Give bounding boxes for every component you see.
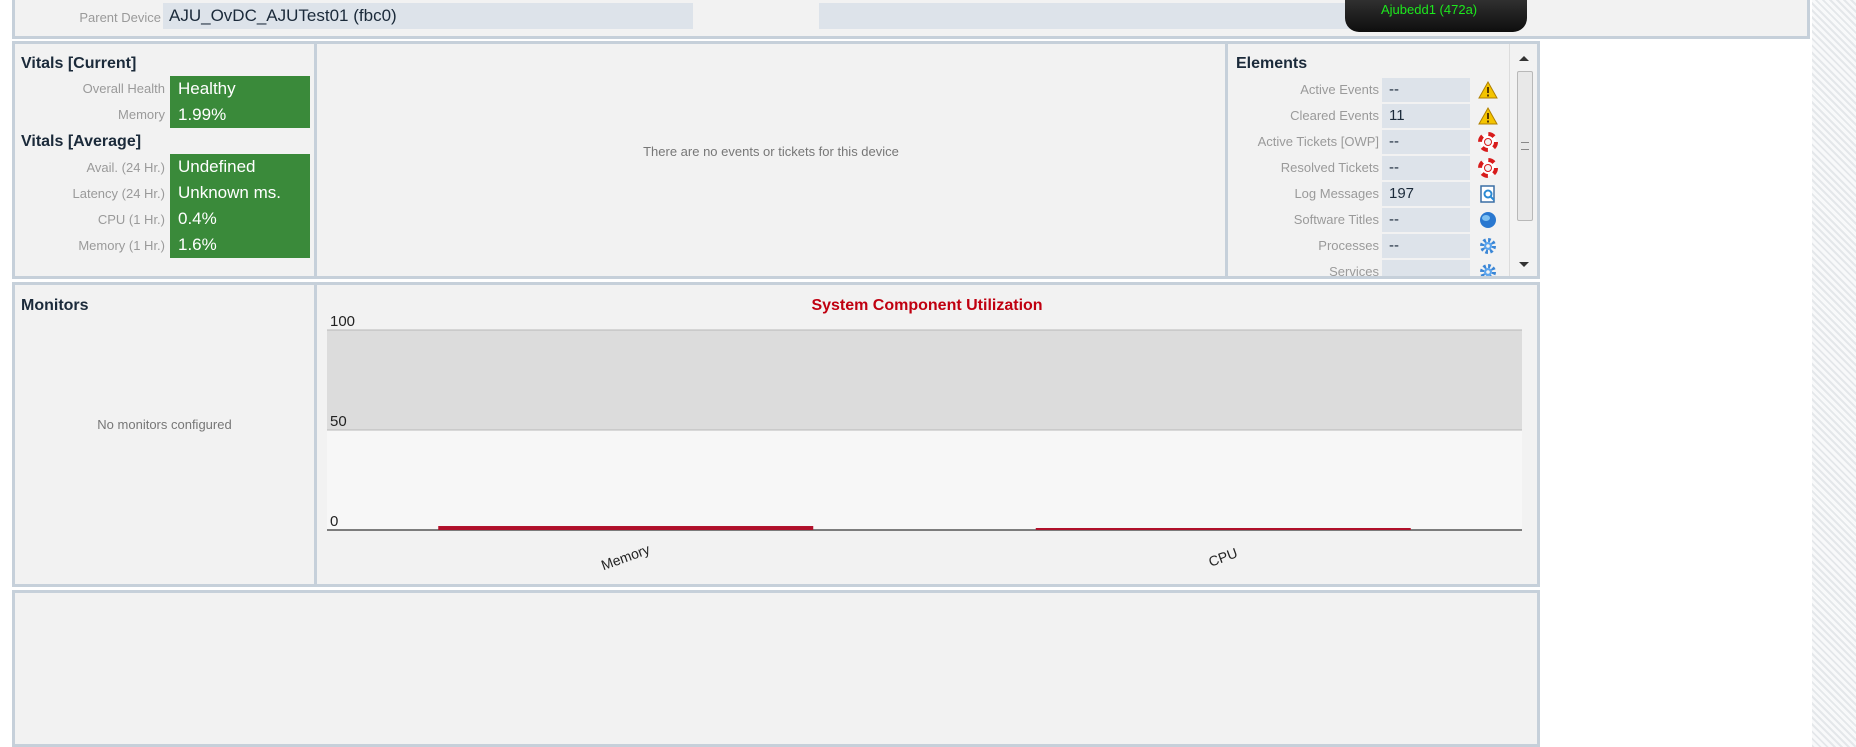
device-summary-frame: Parent Device AJU_OvDC_AJUTest01 (fbc0) … xyxy=(12,0,1810,747)
log-document-icon[interactable] xyxy=(1476,182,1500,206)
vitals-label-overall-health: Overall Health xyxy=(82,81,165,96)
vitals-value-avail: Undefined xyxy=(170,154,310,180)
elements-scrollbar[interactable] xyxy=(1509,44,1537,276)
gear-icon[interactable] xyxy=(1476,260,1500,276)
parent-device-label: Parent Device xyxy=(79,10,161,25)
elements-label-log-messages: Log Messages xyxy=(1294,186,1379,201)
utilization-bar-chart: 0 50 100 Memory CPU xyxy=(327,313,1522,573)
vitals-value-overall-health: Healthy xyxy=(170,76,310,102)
parent-device-strip: Parent Device AJU_OvDC_AJUTest01 (fbc0) … xyxy=(12,0,1810,39)
chart-y-tick-label: 100 xyxy=(330,313,355,330)
chart-bar xyxy=(438,526,814,530)
scrollbar-thumb[interactable] xyxy=(1517,71,1533,221)
globe-icon[interactable] xyxy=(1476,208,1500,232)
elements-value-log-messages[interactable]: 197 xyxy=(1382,182,1470,206)
elements-label-services: Services xyxy=(1329,264,1379,279)
bottom-panel xyxy=(12,590,1540,747)
chart-y-tick-label: 0 xyxy=(330,513,338,530)
gear-icon[interactable] xyxy=(1476,234,1500,258)
vitals-label-memory-1hr: Memory (1 Hr.) xyxy=(78,238,165,253)
vitals-value-memory-1hr: 1.6% xyxy=(170,232,310,258)
vitals-label-cpu: CPU (1 Hr.) xyxy=(97,212,165,227)
chart-x-tick-label: CPU xyxy=(1206,544,1239,569)
lifebuoy-icon[interactable] xyxy=(1476,156,1500,180)
elements-value-resolved-tickets[interactable]: -- xyxy=(1382,156,1470,180)
lifebuoy-icon[interactable] xyxy=(1476,130,1500,154)
elements-label-resolved-tickets: Resolved Tickets xyxy=(1280,160,1379,175)
device-badge[interactable]: Ajubedd1 (472a) xyxy=(1345,0,1527,32)
elements-value-cleared-events[interactable]: 11 xyxy=(1382,104,1470,128)
vitals-value-cpu: 0.4% xyxy=(170,206,310,232)
vitals-label-avail: Avail. (24 Hr.) xyxy=(86,160,165,175)
vitals-label-latency: Latency (24 Hr.) xyxy=(72,186,166,201)
events-empty-message: There are no events or tickets for this … xyxy=(643,144,899,159)
page-background-stripe xyxy=(1812,0,1856,747)
elements-value-software-titles[interactable]: -- xyxy=(1382,208,1470,232)
monitors-panel: Monitors No monitors configured xyxy=(12,282,317,587)
chart-band-lower xyxy=(327,430,1522,530)
elements-label-cleared-events: Cleared Events xyxy=(1290,108,1379,123)
utilization-chart-panel: System Component Utilization 0 50 100 Memor… xyxy=(314,282,1540,587)
scrollbar-grip-icon xyxy=(1521,142,1529,150)
chart-y-tick-label: 50 xyxy=(330,413,347,430)
events-panel: There are no events or tickets for this … xyxy=(314,41,1228,279)
vitals-value-memory: 1.99% xyxy=(170,102,310,128)
chart-band-upper xyxy=(327,330,1522,430)
elements-value-active-events[interactable]: -- xyxy=(1382,78,1470,102)
vitals-panel: Vitals [Current] Overall Health Healthy … xyxy=(12,41,317,279)
elements-heading: Elements xyxy=(1236,55,1308,72)
parent-device-value: AJU_OvDC_AJUTest01 (fbc0) xyxy=(163,3,693,29)
elements-panel: Elements Active Events -- Cleared Events… xyxy=(1225,41,1540,279)
elements-label-processes: Processes xyxy=(1318,238,1379,253)
warning-icon[interactable] xyxy=(1476,104,1500,128)
elements-label-software-titles: Software Titles xyxy=(1293,212,1379,227)
chart-x-tick-label: Memory xyxy=(599,541,652,573)
vitals-value-latency: Unknown ms. xyxy=(170,180,310,206)
elements-value-active-tickets[interactable]: -- xyxy=(1382,130,1470,154)
vitals-label-memory: Memory xyxy=(118,107,165,122)
warning-icon[interactable] xyxy=(1476,78,1500,102)
monitors-empty-message: No monitors configured xyxy=(97,417,232,432)
monitors-heading: Monitors xyxy=(21,297,89,314)
elements-value-processes[interactable]: -- xyxy=(1382,234,1470,258)
vitals-current-heading: Vitals [Current] xyxy=(21,55,137,72)
elements-label-active-tickets: Active Tickets [OWP] xyxy=(1257,134,1379,149)
elements-value-services[interactable] xyxy=(1382,260,1470,276)
parent-device-extra-field xyxy=(819,3,1359,29)
elements-label-active-events: Active Events xyxy=(1300,82,1379,97)
scroll-down-arrow-icon[interactable] xyxy=(1519,262,1529,267)
vitals-average-heading: Vitals [Average] xyxy=(21,133,142,150)
scroll-up-arrow-icon[interactable] xyxy=(1519,56,1529,61)
chart-bar xyxy=(1035,528,1411,530)
